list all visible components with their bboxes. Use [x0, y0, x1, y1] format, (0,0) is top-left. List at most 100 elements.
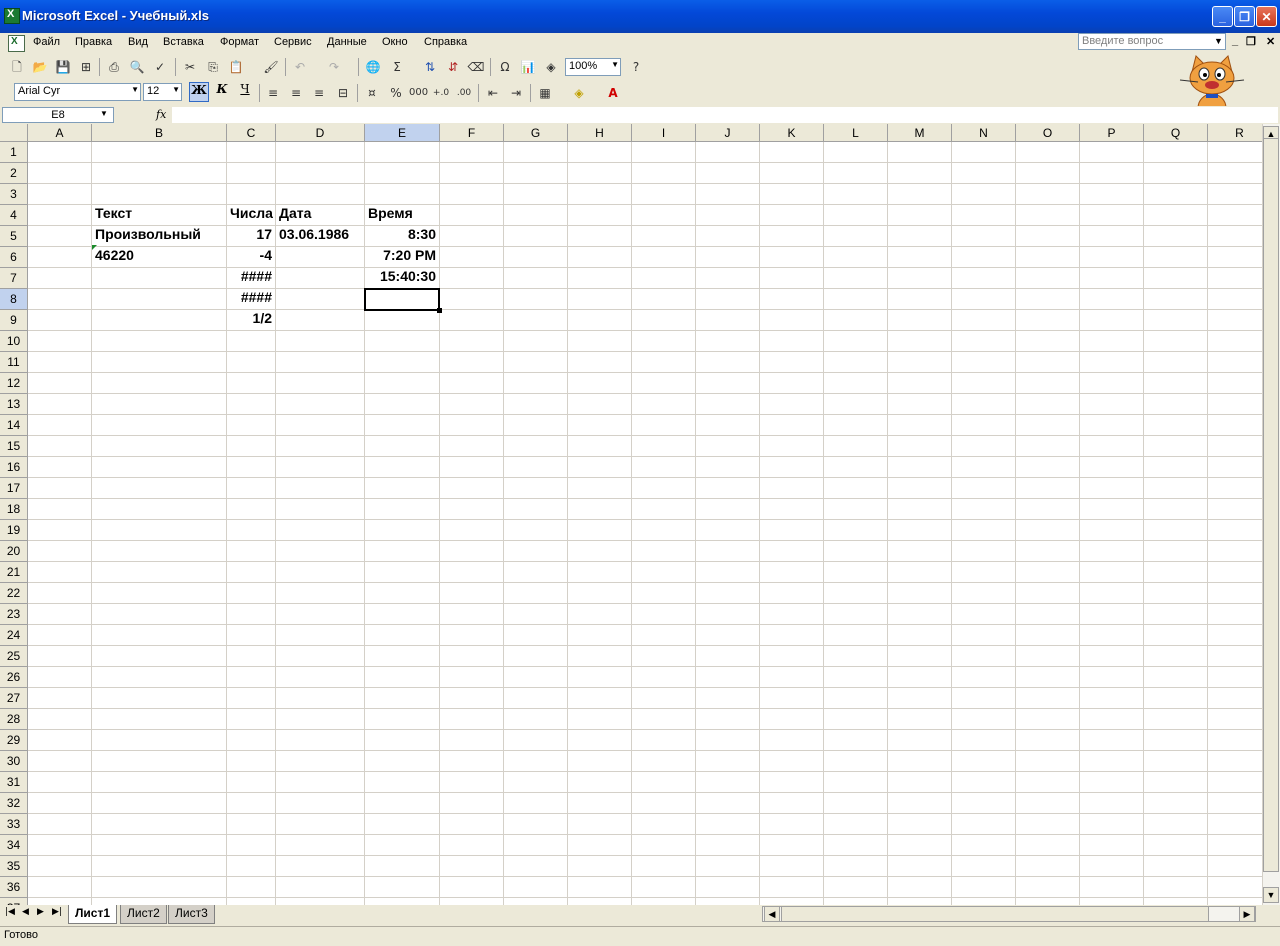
active-cell[interactable] [364, 288, 440, 311]
row-header-25[interactable]: 25 [0, 646, 28, 667]
drawing-icon[interactable]: ◈ [542, 58, 560, 76]
first-sheet-icon[interactable]: |◀ [5, 907, 15, 917]
column-header-C[interactable]: C [227, 124, 276, 142]
row-header-3[interactable]: 3 [0, 184, 28, 205]
hscroll-thumb[interactable] [781, 906, 1209, 922]
row-header-27[interactable]: 27 [0, 688, 28, 709]
print-preview-icon[interactable]: 🔍 [128, 58, 146, 76]
row-header-14[interactable]: 14 [0, 415, 28, 436]
italic-button[interactable]: К [212, 82, 232, 102]
column-header-H[interactable]: H [568, 124, 632, 142]
cell-b6[interactable]: 46220 [95, 247, 227, 268]
formula-input[interactable] [172, 107, 1278, 123]
row-header-36[interactable]: 36 [0, 877, 28, 898]
column-header-G[interactable]: G [504, 124, 568, 142]
permission-icon[interactable]: ⊞ [77, 58, 95, 76]
row-header-23[interactable]: 23 [0, 604, 28, 625]
row-header-34[interactable]: 34 [0, 835, 28, 856]
column-header-N[interactable]: N [952, 124, 1016, 142]
row-header-37[interactable]: 37 [0, 898, 28, 905]
cell-b5[interactable]: Произвольный [95, 226, 227, 247]
row-header-12[interactable]: 12 [0, 373, 28, 394]
cell-c7[interactable]: #### [227, 268, 272, 289]
align-left-icon[interactable]: ≡ [264, 84, 282, 102]
column-header-A[interactable]: A [28, 124, 92, 142]
worksheet-grid[interactable]: ABCDEFGHIJKLMNOPQR 1 2 3 4 5 6 7 8 9 10 11 12 13 14 15… [0, 124, 1262, 905]
row-header-26[interactable]: 26 [0, 667, 28, 688]
row-header-35[interactable]: 35 [0, 856, 28, 877]
print-icon[interactable]: ⎙ [105, 58, 123, 76]
row-header-19[interactable]: 19 [0, 520, 28, 541]
row-header-1[interactable]: 1 [0, 142, 28, 163]
sheet-tab-3[interactable]: Лист3 [168, 905, 215, 924]
row-header-29[interactable]: 29 [0, 730, 28, 751]
column-header-F[interactable]: F [440, 124, 504, 142]
menu-edit[interactable]: Правка [75, 36, 112, 48]
scroll-down-icon[interactable]: ▼ [1263, 887, 1279, 903]
row-header-21[interactable]: 21 [0, 562, 28, 583]
next-sheet-icon[interactable]: ▶ [37, 907, 44, 917]
eraser-icon[interactable]: ⌫ [467, 58, 485, 76]
prev-sheet-icon[interactable]: ◀ [22, 907, 29, 917]
menu-view[interactable]: Вид [128, 36, 148, 48]
cell-c6[interactable]: -4 [227, 247, 272, 268]
help-icon[interactable]: ? [627, 58, 645, 76]
hyperlink-icon[interactable]: 🌐 [364, 58, 382, 76]
column-header-Q[interactable]: Q [1144, 124, 1208, 142]
underline-button[interactable]: Ч [235, 82, 255, 102]
align-right-icon[interactable]: ≡ [310, 84, 328, 102]
scroll-thumb[interactable] [1263, 138, 1279, 872]
align-center-icon[interactable]: ≡ [287, 84, 305, 102]
column-header-D[interactable]: D [276, 124, 365, 142]
redo-icon[interactable]: ↷ [325, 58, 343, 76]
font-size-select[interactable]: 12 ▼ [143, 83, 182, 101]
row-header-10[interactable]: 10 [0, 331, 28, 352]
doc-close-button[interactable]: ✕ [1266, 35, 1275, 48]
cut-icon[interactable]: ✂ [181, 58, 199, 76]
error-indicator[interactable] [92, 245, 97, 250]
spelling-icon[interactable]: ✓ [151, 58, 169, 76]
row-header-13[interactable]: 13 [0, 394, 28, 415]
row-header-9[interactable]: 9 [0, 310, 28, 331]
row-header-11[interactable]: 11 [0, 352, 28, 373]
symbol-icon[interactable]: Ω [496, 58, 514, 76]
sheet-tab-1[interactable]: Лист1 [68, 905, 118, 924]
excel-app-icon[interactable]: X [4, 8, 20, 24]
row-header-6[interactable]: 6 [0, 247, 28, 268]
sort-ascending-icon[interactable]: ⇅ [421, 58, 439, 76]
cell-c5[interactable]: 17 [227, 226, 272, 247]
save-icon[interactable]: 💾 [54, 58, 72, 76]
font-color-icon[interactable]: A [604, 84, 622, 102]
row-header-22[interactable]: 22 [0, 583, 28, 604]
select-all-corner[interactable] [0, 124, 28, 142]
scroll-right-icon[interactable]: ▶ [1239, 906, 1255, 922]
currency-icon[interactable]: ¤ [363, 84, 381, 102]
cell-d5[interactable]: 03.06.1986 [279, 226, 365, 247]
cell-e4[interactable]: Время [368, 205, 440, 226]
row-header-33[interactable]: 33 [0, 814, 28, 835]
menu-file[interactable]: Файл [33, 36, 60, 48]
fill-handle[interactable] [437, 308, 442, 313]
row-header-15[interactable]: 15 [0, 436, 28, 457]
vertical-scrollbar[interactable]: ▲ ▼ [1262, 124, 1280, 905]
row-header-20[interactable]: 20 [0, 541, 28, 562]
new-icon[interactable]: 🗋 [8, 58, 26, 76]
format-painter-icon[interactable]: 🖌 [262, 58, 280, 76]
insert-function-icon[interactable]: fx [156, 108, 166, 121]
doc-minimize-button[interactable]: _ [1232, 35, 1238, 47]
row-header-2[interactable]: 2 [0, 163, 28, 184]
restore-button[interactable]: ❐ [1234, 6, 1255, 27]
percent-icon[interactable]: % [387, 84, 405, 102]
borders-icon[interactable]: ▦ [536, 84, 554, 102]
row-header-16[interactable]: 16 [0, 457, 28, 478]
undo-icon[interactable]: ↶ [291, 58, 309, 76]
menu-data[interactable]: Данные [327, 36, 367, 48]
cell-b4[interactable]: Текст [95, 205, 227, 226]
column-header-R[interactable]: R [1208, 124, 1262, 142]
column-header-B[interactable]: B [92, 124, 227, 142]
row-header-31[interactable]: 31 [0, 772, 28, 793]
open-icon[interactable]: 📂 [31, 58, 49, 76]
cell-c4[interactable]: Числа [230, 205, 276, 226]
cell-e7[interactable]: 15:40:30 [365, 268, 436, 289]
column-header-M[interactable]: M [888, 124, 952, 142]
